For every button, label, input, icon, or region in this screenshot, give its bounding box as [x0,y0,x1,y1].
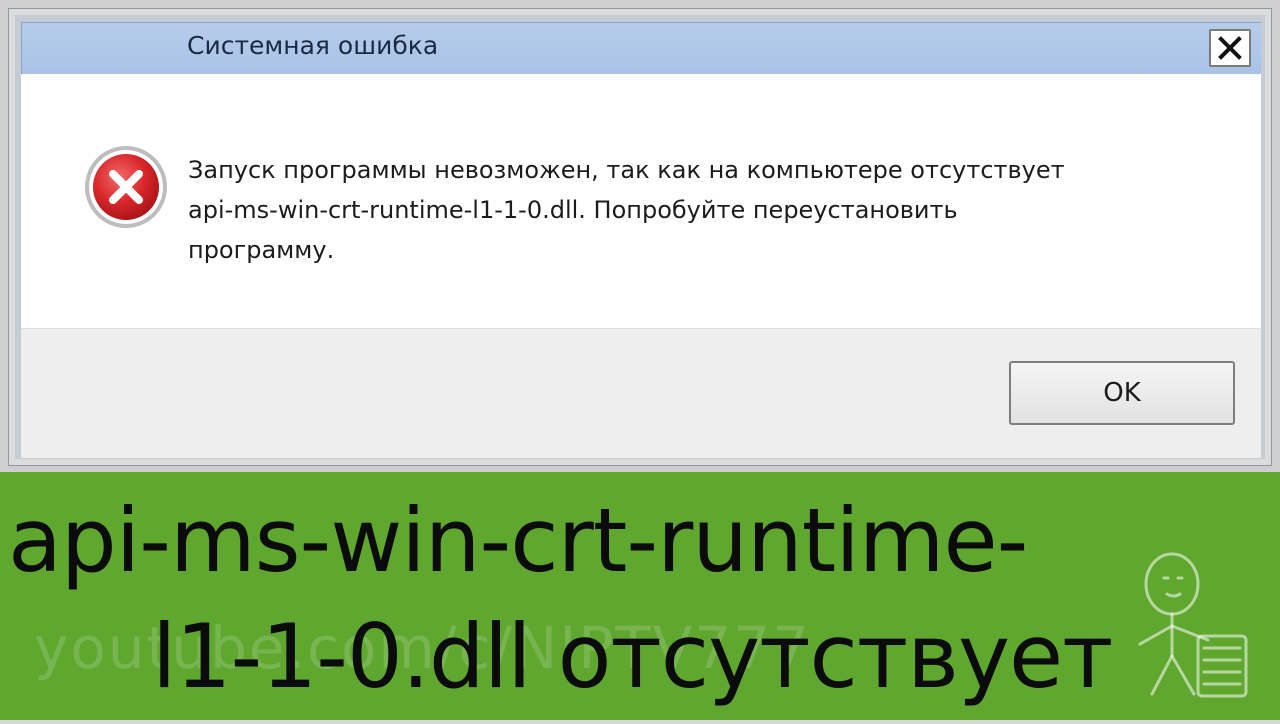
mascot-drawing-icon [1112,544,1262,720]
close-button[interactable] [1209,29,1251,67]
dialog-content: Запуск программы невозможен, так как на … [21,74,1261,328]
dialog-title: Системная ошибка [187,31,439,60]
green-banner: youtube.com/c/NIPTV777 api-ms-win-crt-ru… [0,472,1280,720]
error-icon [83,144,169,230]
error-message: Запуск программы невозможен, так как на … [188,156,1065,264]
dialog-frame: Системная ошибка Запуск программы невозм… [0,0,1280,472]
dialog-titlebar[interactable]: Системная ошибка [21,22,1261,74]
banner-headline-line2: l1-1-0.dll отсутствует [152,605,1113,708]
banner-headline-line1: api-ms-win-crt-runtime- [8,489,1028,592]
close-icon [1217,35,1243,61]
dialog-footer: OK [21,328,1261,458]
ok-button[interactable]: OK [1009,361,1235,425]
